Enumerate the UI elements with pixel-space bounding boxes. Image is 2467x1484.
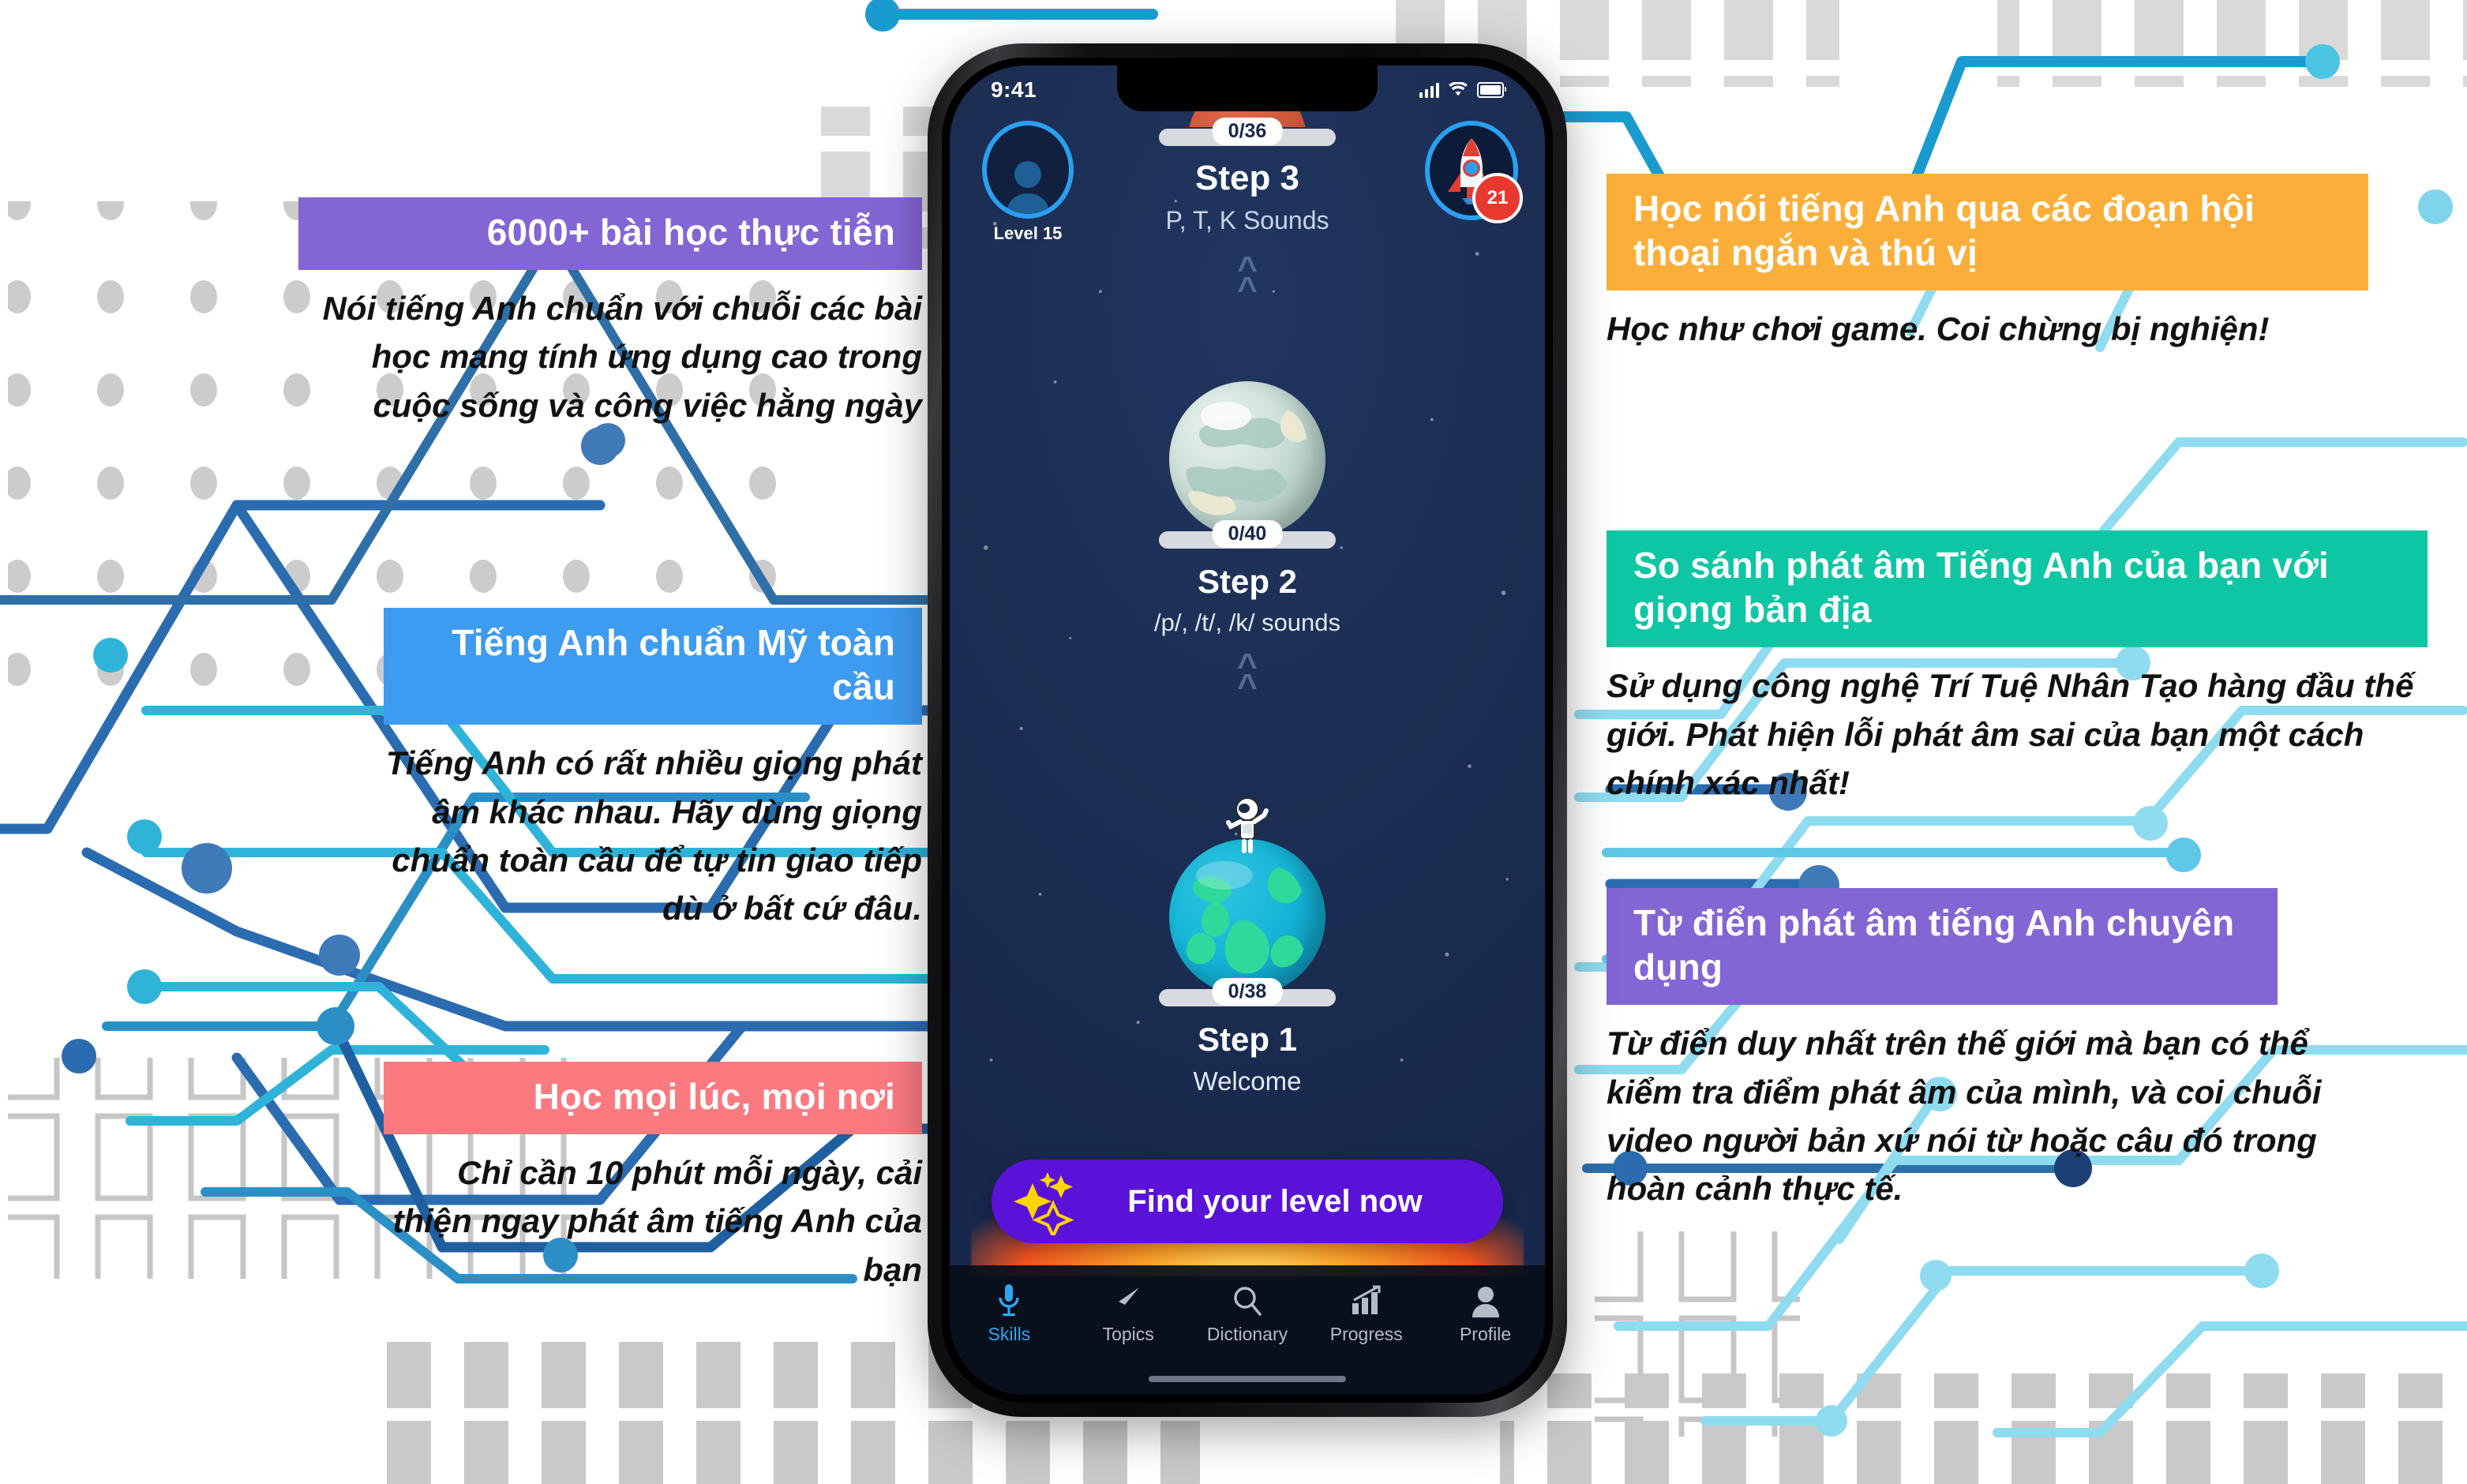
tab-progress[interactable]: Progress	[1311, 1280, 1422, 1345]
phone-bezel: 9:41 0/36 Step 3 P, T, K Sounds ^ ^ Leve…	[942, 58, 1553, 1403]
tab-progress-label: Progress	[1329, 1324, 1403, 1344]
feature-body-compare: Sử dụng công nghệ Trí Tuệ Nhân Tạo hàng …	[1607, 667, 2414, 801]
feature-title-dialogue: Học nói tiếng Anh qua các đoạn hội thoại…	[1607, 174, 2368, 291]
poster-canvas: 6000+ bài học thực tiễn Nói tiếng Anh ch…	[0, 0, 2467, 1484]
tab-topics[interactable]: Topics	[1073, 1280, 1183, 1345]
sparkle-stars-icon	[992, 1172, 1110, 1235]
bar-field-bottom-right	[1500, 1373, 2467, 1484]
step-1-title: Step 1	[1197, 1021, 1298, 1058]
step-2-subtitle: /p/, /t/, /k/ sounds	[1153, 609, 1341, 636]
search-icon	[1192, 1280, 1303, 1322]
phone-mockup: 9:41 0/36 Step 3 P, T, K Sounds ^ ^ Leve…	[928, 43, 1567, 1417]
feature-block-compare: So sánh phát âm Tiếng Anh của bạn với gi…	[1607, 530, 2428, 807]
step-2-group[interactable]: 0/40 Step 2 /p/, /t/, /k/ sounds ^ ^	[950, 381, 1545, 706]
feature-title-anywhere: Học mọi lúc, mọi nơi	[384, 1062, 922, 1135]
step-1-subtitle: Welcome	[1193, 1066, 1302, 1096]
home-indicator	[1149, 1376, 1346, 1382]
tab-skills[interactable]: Skills	[954, 1280, 1064, 1345]
paper-plane-icon	[1073, 1280, 1183, 1322]
feature-body-dialogue: Học như chơi game. Coi chừng bị nghiện!	[1607, 310, 2270, 348]
step-1-progress: 0/38	[1159, 978, 1336, 1008]
chevrons-up-top: ^ ^	[1237, 249, 1258, 309]
rocket-badge-count: 21	[1472, 173, 1523, 223]
status-time: 9:41	[991, 77, 1037, 102]
feature-body-lessons: Nói tiếng Anh chuẩn với chuỗi các bài họ…	[322, 290, 922, 424]
profile-avatar-button[interactable]: Level 15	[981, 121, 1074, 244]
signal-bars-icon	[1419, 82, 1439, 98]
find-level-button-label: Find your level now	[1127, 1183, 1423, 1219]
grey-planet-icon	[1169, 381, 1325, 538]
step-2-progress: 0/40	[1159, 520, 1336, 550]
feature-title-dictionary: Từ điển phát âm tiếng Anh chuyên dụng	[1607, 888, 2278, 1006]
chevrons-up-mid: ^ ^	[1237, 646, 1258, 706]
notch	[1117, 66, 1378, 111]
tab-topics-label: Topics	[1102, 1324, 1154, 1344]
astronaut-icon	[1221, 796, 1273, 855]
feature-body-accent: Tiếng Anh có rất nhiều giọng phát âm khá…	[386, 744, 922, 928]
find-level-button[interactable]: Find your level now	[992, 1160, 1503, 1243]
feature-block-dialogue: Học nói tiếng Anh qua các đoạn hội thoại…	[1607, 174, 2368, 354]
wifi-icon	[1449, 82, 1468, 96]
bar-chart-icon	[1311, 1280, 1422, 1322]
step-1-group[interactable]: 0/38 Step 1 Welcome	[950, 797, 1545, 1096]
feature-title-compare: So sánh phát âm Tiếng Anh của bạn với gi…	[1607, 530, 2428, 648]
step-1-progress-label: 0/38	[1212, 978, 1283, 1006]
feature-title-lessons: 6000+ bài học thực tiễn	[298, 197, 922, 271]
rocket-button[interactable]: 21	[1425, 121, 1523, 223]
battery-icon	[1477, 82, 1506, 98]
tab-skills-label: Skills	[988, 1324, 1031, 1344]
person-icon	[1430, 1280, 1541, 1322]
tab-dictionary[interactable]: Dictionary	[1192, 1280, 1303, 1345]
tab-profile[interactable]: Profile	[1430, 1280, 1541, 1345]
feature-block-anywhere: Học mọi lúc, mọi nơi Chỉ cần 10 phút mỗi…	[384, 1062, 922, 1294]
step-3-progress: 0/36	[1159, 118, 1336, 148]
feature-body-dictionary: Từ điển duy nhất trên thế giới mà bạn có…	[1607, 1025, 2322, 1208]
step-2-progress-label: 0/40	[1212, 520, 1283, 548]
feature-block-lessons: 6000+ bài học thực tiễn Nói tiếng Anh ch…	[298, 197, 922, 429]
step-3-progress-label: 0/36	[1212, 118, 1283, 145]
microphone-icon	[954, 1280, 1064, 1322]
level-label: Level 15	[993, 223, 1063, 243]
user-avatar-icon	[982, 121, 1074, 219]
tab-dictionary-label: Dictionary	[1206, 1324, 1288, 1344]
tab-profile-label: Profile	[1459, 1324, 1512, 1344]
feature-body-anywhere: Chỉ cần 10 phút mỗi ngày, cải thiện ngay…	[392, 1154, 922, 1288]
earth-planet-icon	[1169, 839, 1325, 995]
feature-title-accent: Tiếng Anh chuẩn Mỹ toàn cầu	[384, 608, 922, 725]
step-2-title: Step 2	[1197, 563, 1298, 600]
bar-field-top-far-right	[1997, 0, 2467, 87]
app-screen: 9:41 0/36 Step 3 P, T, K Sounds ^ ^ Leve…	[950, 66, 1545, 1395]
feature-block-accent: Tiếng Anh chuẩn Mỹ toàn cầu Tiếng Anh có…	[384, 608, 922, 932]
feature-block-dictionary: Từ điển phát âm tiếng Anh chuyên dụng Từ…	[1607, 888, 2322, 1212]
